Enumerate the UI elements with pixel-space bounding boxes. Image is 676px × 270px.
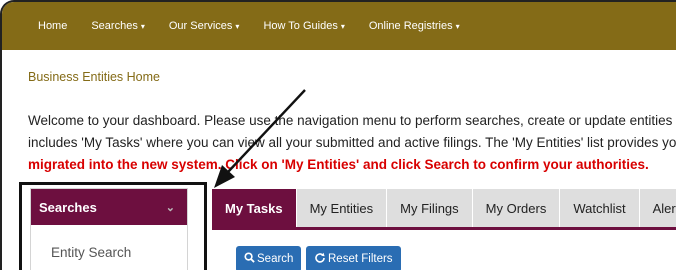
nav-our-services[interactable]: Our Services ▾: [169, 20, 240, 32]
tab-my-orders[interactable]: My Orders: [472, 189, 561, 227]
welcome-message: Welcome to your dashboard. Please use th…: [28, 110, 676, 176]
tab-alerts[interactable]: Alerts: [639, 189, 676, 227]
top-navigation: Home Searches ▾ Our Services ▾ How To Guid…: [2, 2, 676, 50]
annotation-highlight-box: [19, 182, 207, 270]
browser-frame: Home Searches ▾ Our Services ▾ How To Guid…: [0, 0, 676, 270]
nav-searches[interactable]: Searches ▾: [91, 20, 145, 32]
refresh-icon: [314, 252, 326, 267]
breadcrumb: Business Entities Home: [28, 70, 161, 84]
reset-filters-label: Reset Filters: [328, 253, 393, 265]
tab-my-tasks[interactable]: My Tasks: [212, 189, 297, 227]
tab-bar: My Tasks My Entities My Filings My Order…: [212, 189, 676, 227]
tab-watchlist[interactable]: Watchlist: [560, 189, 640, 227]
nav-how-to-guides[interactable]: How To Guides ▾: [263, 20, 344, 32]
search-button[interactable]: Search: [236, 246, 302, 270]
caret-down-icon: ▾: [235, 22, 240, 31]
welcome-line-2: includes 'My Tasks' where you can view a…: [28, 135, 676, 150]
search-icon: [244, 252, 255, 266]
tab-underline: [212, 227, 676, 230]
caret-down-icon: ▾: [455, 22, 460, 31]
tab-my-entities[interactable]: My Entities: [296, 189, 388, 227]
nav-home[interactable]: Home: [38, 20, 67, 32]
search-button-label: Search: [257, 253, 294, 265]
welcome-warning: migrated into the new system. Click on '…: [28, 157, 649, 172]
nav-online-registries[interactable]: Online Registries ▾: [369, 20, 460, 32]
caret-down-icon: ▾: [340, 22, 345, 31]
caret-down-icon: ▾: [140, 22, 145, 31]
tab-my-filings[interactable]: My Filings: [387, 189, 473, 227]
welcome-line-1: Welcome to your dashboard. Please use th…: [28, 113, 676, 128]
reset-filters-button[interactable]: Reset Filters: [306, 246, 401, 270]
